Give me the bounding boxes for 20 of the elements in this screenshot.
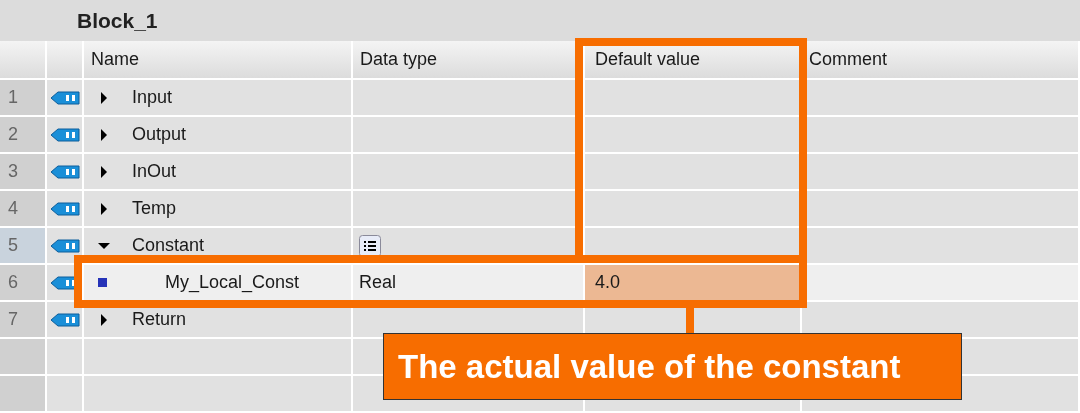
row-number: 4 [0, 191, 47, 228]
row-name: Output [132, 124, 187, 145]
row-number: 6 [0, 265, 47, 302]
row-name: Input [132, 87, 173, 108]
row-number: 3 [0, 154, 47, 191]
row-name: Temp [132, 198, 176, 219]
row-name: Constant [132, 235, 205, 256]
column-header[interactable]: Data type [353, 41, 585, 80]
row-number: 5 [0, 228, 47, 265]
row-name: Return [132, 309, 187, 330]
column-header[interactable]: Name [84, 41, 353, 80]
row-name: My_Local_Const [165, 272, 300, 293]
data-type: Real [359, 272, 397, 293]
row-number: 2 [0, 117, 47, 154]
row-name: InOut [132, 161, 177, 182]
row-number: 7 [0, 302, 47, 339]
row-number: 1 [0, 80, 47, 117]
callout-label: The actual value of the constant [383, 333, 962, 400]
default-value: 4.0 [595, 272, 621, 293]
block-title: Block_1 [77, 8, 158, 33]
